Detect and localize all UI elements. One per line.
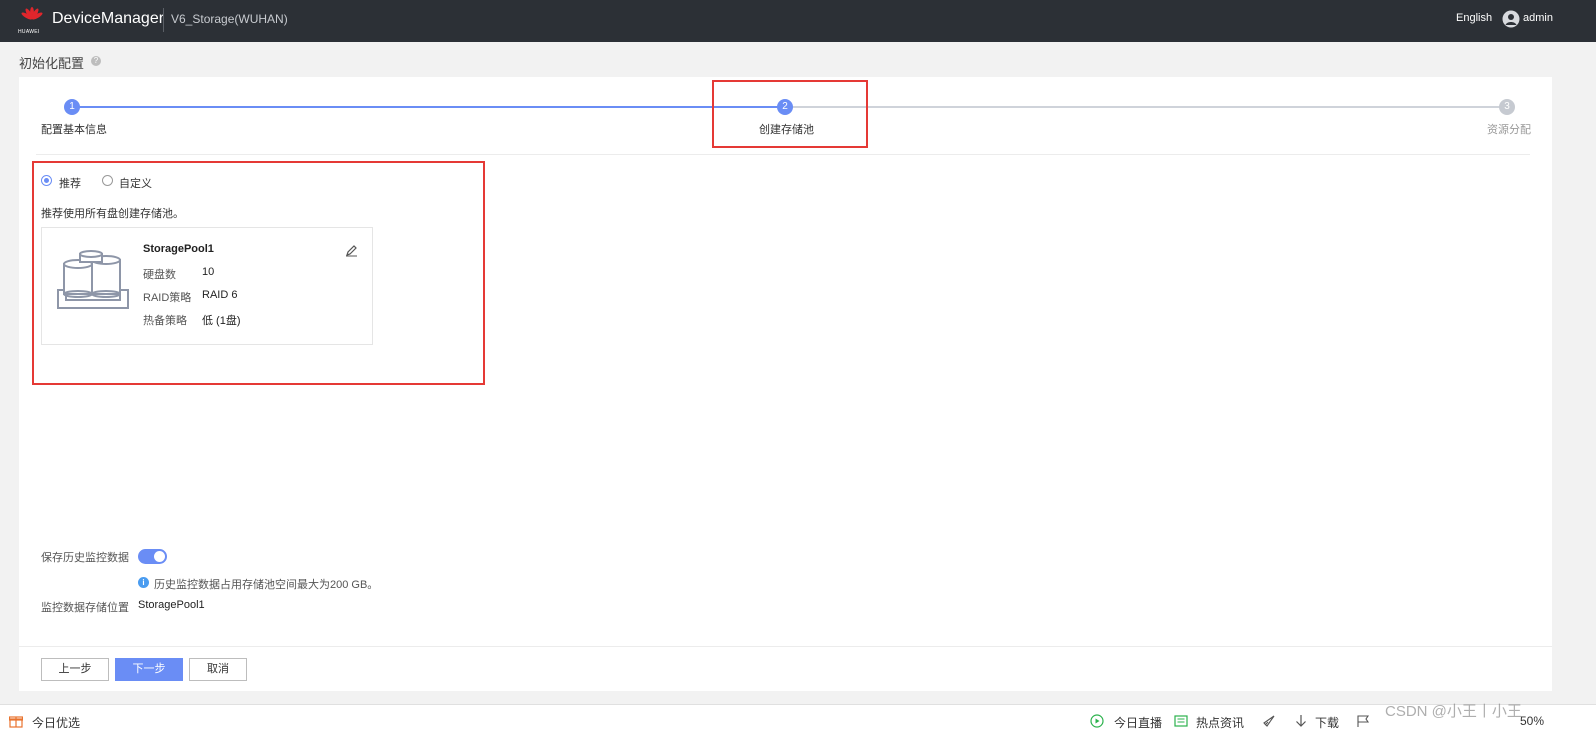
- edit-pencil-icon[interactable]: [345, 244, 358, 257]
- next-button[interactable]: 下一步: [115, 658, 183, 681]
- taskbar-download[interactable]: 下载: [1315, 714, 1339, 731]
- brand-text: HUAWEI: [18, 29, 40, 35]
- page-title: 初始化配置: [19, 56, 85, 71]
- taskbar-live[interactable]: 今日直播: [1114, 714, 1162, 731]
- gift-icon[interactable]: [9, 714, 23, 728]
- cancel-button[interactable]: 取消: [189, 658, 247, 681]
- step-1-label: 配置基本信息: [41, 124, 107, 136]
- save-history-label: 保存历史监控数据: [41, 552, 129, 564]
- download-arrow-icon[interactable]: [1294, 714, 1308, 728]
- pool-disk-count-value: 10: [202, 266, 215, 278]
- storage-pool-icon: [57, 250, 129, 309]
- flag-icon[interactable]: [1356, 714, 1370, 728]
- rocket-icon[interactable]: [1262, 714, 1276, 728]
- highlight-box-step: [712, 80, 868, 148]
- stepper-divider: [36, 154, 1530, 155]
- header-divider: [163, 8, 164, 32]
- top-bar: HUAWEI DeviceManager V6_Storage(WUHAN) E…: [0, 0, 1596, 42]
- help-icon[interactable]: ?: [91, 56, 101, 66]
- zoom-level[interactable]: 50%: [1520, 714, 1544, 728]
- info-icon: i: [138, 577, 149, 588]
- news-icon[interactable]: [1174, 714, 1188, 728]
- radio-custom[interactable]: [102, 175, 113, 186]
- browser-status-bar: 今日优选 今日直播 热点资讯 下载 50%: [0, 704, 1596, 742]
- footer-divider: [19, 646, 1552, 647]
- pool-raid-value: RAID 6: [202, 289, 238, 301]
- stepper-remaining-line: [785, 106, 1507, 108]
- user-name[interactable]: admin: [1523, 12, 1553, 24]
- step-1-dot: 1: [64, 99, 80, 115]
- pool-hotspare-label: 热备策略: [143, 315, 187, 327]
- step-3-label: 资源分配: [1487, 124, 1531, 136]
- pool-name: StoragePool1: [143, 243, 214, 255]
- step-3-dot: 3: [1499, 99, 1515, 115]
- history-info-text: 历史监控数据占用存储池空间最大为200 GB。: [154, 579, 379, 591]
- taskbar-today-picks[interactable]: 今日优选: [32, 714, 80, 731]
- radio-recommended-label[interactable]: 推荐: [59, 175, 81, 191]
- pool-disk-count-label: 硬盘数: [143, 269, 176, 281]
- pool-hotspare-value: 低 (1盘): [202, 315, 241, 327]
- user-avatar-icon[interactable]: [1502, 10, 1520, 28]
- live-play-icon[interactable]: [1090, 714, 1104, 728]
- monitor-location-value: StoragePool1: [138, 599, 205, 611]
- taskbar-news[interactable]: 热点资讯: [1196, 714, 1244, 731]
- language-switch[interactable]: English: [1456, 12, 1492, 24]
- monitor-location-label: 监控数据存储位置: [41, 602, 129, 614]
- app-title: DeviceManager: [52, 10, 165, 27]
- radio-recommended[interactable]: [41, 175, 52, 186]
- stepper-progress-line: [72, 106, 785, 108]
- prev-button[interactable]: 上一步: [41, 658, 109, 681]
- device-name: V6_Storage(WUHAN): [171, 12, 288, 26]
- save-history-toggle[interactable]: [138, 549, 167, 564]
- pool-raid-label: RAID策略: [143, 292, 192, 304]
- recommend-hint: 推荐使用所有盘创建存储池。: [41, 208, 184, 220]
- watermark-text: CSDN @小王丨小王: [1385, 703, 1522, 720]
- radio-custom-label[interactable]: 自定义: [119, 175, 152, 191]
